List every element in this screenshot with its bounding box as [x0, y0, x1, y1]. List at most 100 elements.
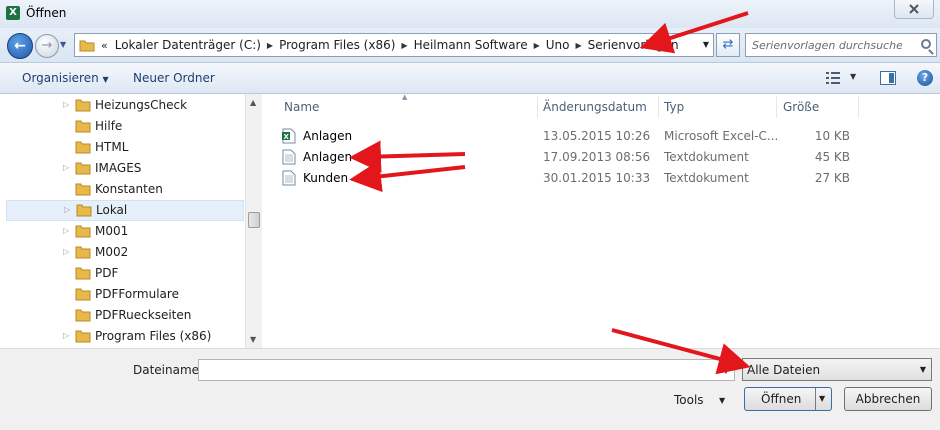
expand-arrow-icon[interactable]: ▷	[63, 226, 69, 235]
view-dropdown-icon[interactable]: ▼	[850, 72, 856, 81]
arrow-left-icon: ←	[14, 38, 26, 54]
expand-arrow-icon[interactable]: ▷	[63, 100, 69, 109]
scroll-down-icon[interactable]: ▼	[250, 335, 256, 344]
file-list: ▲ Name Änderungsdatum Typ Größe X Anlage…	[262, 93, 940, 348]
nav-item-heizungscheck[interactable]: ▷ HeizungsCheck	[0, 95, 244, 116]
nav-item-pdfrueckseiten[interactable]: PDFRueckseiten	[0, 305, 244, 326]
back-button[interactable]: ←	[7, 33, 33, 59]
folder-icon	[75, 183, 91, 196]
file-type: Textdokument	[664, 171, 749, 185]
folder-icon	[75, 309, 91, 322]
expand-arrow-icon[interactable]: ▷	[63, 331, 69, 340]
expand-arrow-icon[interactable]: ▷	[64, 205, 70, 214]
expand-arrow-icon[interactable]: ▷	[63, 163, 69, 172]
nav-item-label: PDFFormulare	[95, 287, 179, 301]
file-row[interactable]: Anlagen 17.09.2013 08:56 Textdokument 45…	[278, 147, 878, 168]
scroll-up-icon[interactable]: ▲	[250, 98, 256, 107]
nav-item-images[interactable]: ▷ IMAGES	[0, 158, 244, 179]
nav-item-lokal[interactable]: ▷ Lokal	[6, 200, 244, 221]
column-divider[interactable]	[858, 96, 859, 118]
nav-item-label: M002	[95, 245, 129, 259]
tools-button[interactable]: Tools	[674, 393, 704, 407]
breadcrumb-separator-icon[interactable]: ▶	[531, 41, 543, 50]
refresh-button[interactable]: ⇄	[716, 33, 740, 57]
scroll-thumb[interactable]	[248, 212, 260, 228]
navigation-pane: ▷ HeizungsCheck Hilfe HTML ▷ IMAGES Kons…	[0, 94, 262, 348]
breadcrumb-overflow[interactable]: «	[99, 39, 112, 52]
file-row[interactable]: X Anlagen 13.05.2015 10:26 Microsoft Exc…	[278, 126, 878, 147]
folder-icon	[75, 141, 91, 154]
nav-item-pdf[interactable]: PDF	[0, 263, 244, 284]
navigation-scrollbar[interactable]: ▲ ▼	[245, 94, 262, 348]
chevron-down-icon[interactable]: ▼	[719, 396, 725, 405]
file-name: Anlagen	[303, 129, 353, 143]
text-file-icon	[282, 170, 296, 186]
sort-ascending-icon: ▲	[402, 93, 408, 101]
breadcrumb-item[interactable]: Lokaler Datenträger (C:)	[112, 38, 264, 52]
open-button-label: Öffnen	[761, 392, 802, 406]
organize-button[interactable]: Organisieren ▼	[22, 71, 109, 85]
column-divider[interactable]	[776, 96, 777, 118]
filename-combobox[interactable]: ▼	[198, 359, 735, 381]
close-button[interactable]	[894, 0, 934, 19]
address-dropdown-icon[interactable]: ▼	[703, 40, 709, 49]
breadcrumb-item[interactable]: Uno	[543, 38, 573, 52]
new-folder-button[interactable]: Neuer Ordner	[133, 71, 215, 85]
breadcrumb-separator-icon[interactable]: ▶	[573, 41, 585, 50]
folder-icon	[75, 288, 91, 301]
file-row[interactable]: Kunden 30.01.2015 10:33 Textdokument 27 …	[278, 168, 878, 189]
breadcrumb-item[interactable]: Program Files (x86)	[276, 38, 398, 52]
nav-item-label: PDF	[95, 266, 119, 280]
expand-arrow-icon[interactable]: ▷	[63, 247, 69, 256]
nav-item-konstanten[interactable]: Konstanten	[0, 179, 244, 200]
column-header-date[interactable]: Änderungsdatum	[543, 94, 647, 120]
filename-input[interactable]	[203, 363, 713, 377]
open-options-dropdown-icon[interactable]: ▼	[819, 394, 825, 403]
file-date: 17.09.2013 08:56	[543, 150, 651, 164]
cancel-button[interactable]: Abbrechen	[844, 387, 932, 411]
open-button[interactable]: Öffnen ▼	[744, 387, 832, 411]
file-type: Microsoft Excel-C...	[664, 129, 779, 143]
file-type: Textdokument	[664, 150, 749, 164]
chevron-down-icon: ▼	[919, 365, 926, 374]
preview-pane-icon[interactable]	[880, 71, 896, 85]
nav-item-pdfformulare[interactable]: PDFFormulare	[0, 284, 244, 305]
folder-icon	[79, 40, 95, 51]
file-type-filter-select[interactable]: Alle Dateien ▼	[742, 358, 932, 381]
nav-item-label: M001	[95, 224, 129, 238]
search-input[interactable]	[752, 37, 902, 53]
chevron-down-icon[interactable]: ▼	[723, 366, 729, 375]
column-divider[interactable]	[537, 96, 538, 118]
nav-item-label: HTML	[95, 140, 129, 154]
recent-locations-dropdown[interactable]: ▼	[60, 40, 66, 49]
nav-item-m001[interactable]: ▷ M001	[0, 221, 244, 242]
split-divider	[815, 388, 816, 410]
breadcrumb-item-current[interactable]: Serienvorlagen	[585, 38, 682, 52]
address-row: ← → ▼ « Lokaler Datenträger (C:) ▶ Progr…	[0, 28, 940, 62]
nav-item-label: HeizungsCheck	[95, 98, 188, 112]
filename-label: Dateiname:	[133, 363, 204, 377]
nav-item-m002[interactable]: ▷ M002	[0, 242, 244, 263]
excel-file-icon: X	[282, 128, 296, 144]
breadcrumb-separator-icon[interactable]: ▶	[264, 41, 276, 50]
forward-button[interactable]: →	[35, 34, 59, 58]
nav-item-label: Lokal	[96, 203, 128, 217]
column-header-size[interactable]: Größe	[783, 94, 819, 120]
search-icon[interactable]	[921, 39, 931, 49]
breadcrumb-separator-icon[interactable]: ▶	[398, 41, 410, 50]
column-header-name[interactable]: Name	[284, 94, 319, 120]
refresh-icon: ⇄	[722, 37, 734, 52]
window-title: Öffnen	[26, 6, 67, 20]
breadcrumb[interactable]: « Lokaler Datenträger (C:) ▶ Program Fil…	[74, 33, 714, 57]
view-options-icon[interactable]	[826, 72, 840, 84]
nav-item-program-files-x86[interactable]: ▷ Program Files (x86)	[0, 326, 244, 347]
search-box[interactable]	[745, 33, 937, 57]
command-bar: Organisieren ▼ Neuer Ordner ▼ ?	[0, 62, 940, 94]
help-icon[interactable]: ?	[917, 70, 933, 86]
nav-item-html[interactable]: HTML	[0, 137, 244, 158]
column-header-type[interactable]: Typ	[664, 94, 684, 120]
breadcrumb-item[interactable]: Heilmann Software	[411, 38, 531, 52]
column-divider[interactable]	[658, 96, 659, 118]
nav-item-hilfe[interactable]: Hilfe	[0, 116, 244, 137]
folder-icon	[75, 246, 91, 259]
